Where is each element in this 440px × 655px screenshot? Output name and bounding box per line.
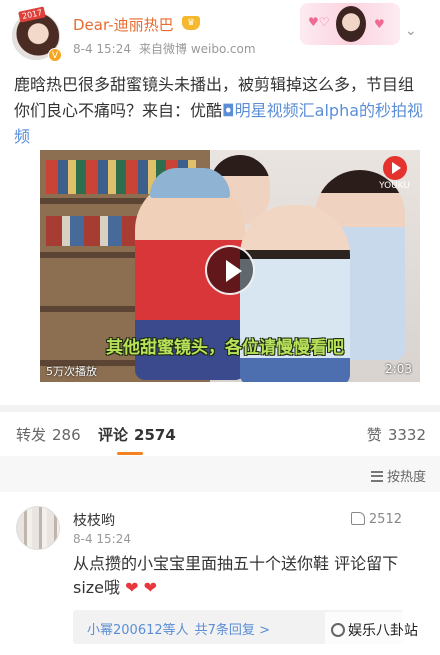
heart-icon: ❤ ❤ xyxy=(125,578,158,597)
chevron-right-icon: > xyxy=(259,623,270,638)
replies-users: 小幂200612等人 xyxy=(87,623,189,638)
watermark-text: 娱乐八卦站 xyxy=(348,623,418,639)
youku-logo: YOUKU xyxy=(379,156,410,191)
replies-total: 共7条回复 xyxy=(194,623,255,638)
video-view-count: 5万次播放 xyxy=(46,365,97,378)
watermark-logo-icon xyxy=(331,623,345,637)
thumbs-up-icon xyxy=(350,512,365,525)
verified-badge-icon: V xyxy=(48,48,62,62)
comment-text: 从点攒的小宝宝里面抽五十个送你鞋 评论留下size哦 xyxy=(73,554,399,597)
post-meta: 8-4 15:24 来自微博 weibo.com xyxy=(73,40,256,57)
comment-user-name[interactable]: 枝枝哟 xyxy=(73,510,115,530)
tab-comments-count: 2574 xyxy=(134,426,176,444)
weibo-post: 2017 V Dear-迪丽热巴 ♛ 8-4 15:24 来自微博 weibo.c… xyxy=(0,0,440,405)
comment-body: 从点攒的小宝宝里面抽五十个送你鞋 评论留下size哦 ❤ ❤ xyxy=(73,552,413,600)
crown-icon: ♛ xyxy=(182,16,200,30)
link-icon[interactable]: ◘ xyxy=(222,101,235,120)
hearts-decoration-icon: ♥ xyxy=(374,17,385,31)
tab-likes-label: 赞 xyxy=(366,426,382,444)
post-body: 鹿晗热巴很多甜蜜镜头未播出，被剪辑掉这么多，节目组你们良心不痛吗？来自：优酷◘明… xyxy=(14,72,429,150)
video-player[interactable]: YOUKU 其他甜蜜镜头，各位请慢慢看吧 5万次播放 2:03 xyxy=(40,150,420,382)
profile-decoration-image xyxy=(336,6,366,42)
tab-likes-count: 3332 xyxy=(387,426,426,444)
sort-icon xyxy=(370,471,383,482)
post-user-name[interactable]: Dear-迪丽热巴 xyxy=(73,14,174,35)
comment-avatar[interactable] xyxy=(16,506,60,550)
post-date: 8-4 15:24 xyxy=(73,42,131,56)
post-source: 来自微博 weibo.com xyxy=(139,42,256,56)
play-button[interactable] xyxy=(205,245,255,295)
avatar-year-tag: 2017 xyxy=(18,6,47,23)
chevron-down-icon[interactable]: ⌄ xyxy=(405,24,425,40)
youku-logo-text: YOUKU xyxy=(379,181,410,191)
tab-reposts[interactable]: 转发 286 xyxy=(16,424,81,445)
comment-sort-bar: 按热度 xyxy=(0,456,440,492)
comment-date: 8-4 15:24 xyxy=(73,532,131,546)
tab-comments-label: 评论 xyxy=(98,426,129,444)
watermark: 娱乐八卦站 xyxy=(325,612,440,648)
tab-reposts-count: 286 xyxy=(52,426,81,444)
sort-label: 按热度 xyxy=(386,470,426,485)
post-action-tabs: 转发 286 评论 2574 赞 3332 xyxy=(0,412,440,456)
comment-like-count: 2512 xyxy=(368,512,402,527)
sort-by-hot-button[interactable]: 按热度 xyxy=(370,466,426,485)
active-tab-indicator xyxy=(117,452,143,455)
replies-summary[interactable]: 小幂200612等人 共7条回复 > xyxy=(87,619,270,638)
tab-likes[interactable]: 赞 3332 xyxy=(367,424,426,445)
tab-comments[interactable]: 评论 2574 xyxy=(98,424,176,445)
video-subtitle: 其他甜蜜镜头，各位请慢慢看吧 xyxy=(106,338,344,358)
video-duration: 2:03 xyxy=(385,362,412,376)
profile-decoration-card: ♥♡ ♥ xyxy=(300,3,400,45)
youku-play-icon xyxy=(382,156,407,180)
video-frame-cap xyxy=(150,168,230,198)
tab-reposts-label: 转发 xyxy=(16,426,47,444)
comment-like-button[interactable]: 2512 xyxy=(350,512,402,527)
hearts-decoration-icon: ♥♡ xyxy=(308,15,330,29)
